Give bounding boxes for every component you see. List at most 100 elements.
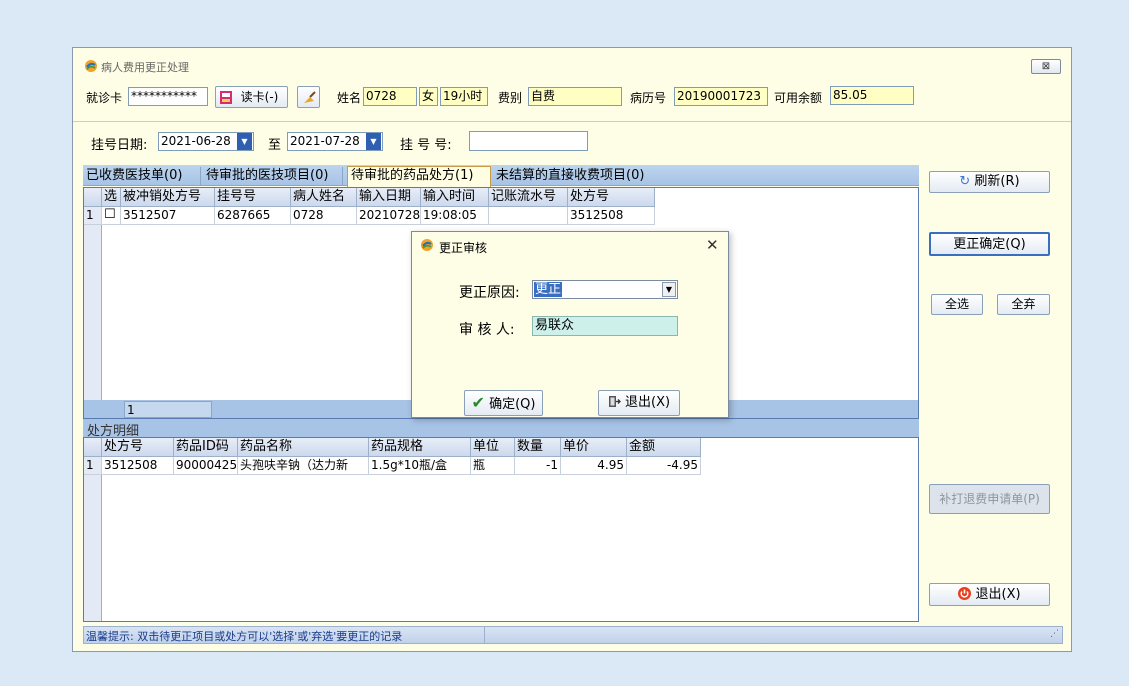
detail-row-number: 1 (84, 457, 102, 475)
audit-dialog: 更正审核 ✕ 更正原因: 更正 ▼ 审 核 人: 易联众 ✔ 确定(Q) 退出(… (411, 231, 729, 418)
power-icon (958, 587, 972, 600)
detail-cell-amount: -4.95 (627, 457, 701, 475)
detail-col-drug-spec[interactable]: 药品规格 (369, 438, 471, 457)
broom-icon (304, 91, 316, 103)
date-to-dropdown-icon[interactable]: ▼ (366, 133, 381, 150)
read-card-label: 读卡(-) (240, 90, 279, 104)
reason-select[interactable]: 更正 ▼ (532, 280, 678, 299)
door-exit-icon (608, 396, 621, 407)
card-field[interactable]: *********** (128, 87, 208, 106)
status-hint: 温馨提示: 双击待更正项目或处方可以'选择'或'弃选'要更正的记录 (86, 630, 403, 643)
exit-button[interactable]: 退出(X) (929, 583, 1050, 606)
app-logo-icon (85, 60, 97, 72)
date-from-field[interactable]: 2021-06-28 ▼ (158, 132, 254, 151)
tab-pending-tech[interactable]: 待审批的医技项目(0) (203, 167, 343, 186)
check-icon: ✔ (471, 393, 485, 412)
date-to-field[interactable]: 2021-07-28 ▼ (287, 132, 383, 151)
cell-ledger-no (489, 207, 568, 225)
reg-no-input[interactable] (469, 131, 588, 151)
tab-unsettled-items[interactable]: 未结算的直接收费项目(0) (493, 167, 659, 186)
dialog-ok-button[interactable]: ✔ 确定(Q) (464, 390, 543, 416)
confirm-correction-button[interactable]: 更正确定(Q) (929, 232, 1050, 256)
col-header-ledger-no[interactable]: 记账流水号 (489, 188, 568, 207)
clear-button[interactable] (297, 86, 320, 108)
detail-header-bar: 处方明细 (83, 419, 919, 439)
col-header-input-date[interactable]: 输入日期 (357, 188, 421, 207)
deselect-all-button[interactable]: 全弃 (997, 294, 1050, 315)
record-label: 病历号 (630, 91, 667, 105)
to-label: 至 (268, 138, 282, 153)
row-number: 1 (84, 207, 102, 225)
detail-col-quantity[interactable]: 数量 (515, 438, 561, 457)
row-select-checkbox[interactable]: ☐ (102, 207, 121, 225)
detail-grid[interactable]: 处方号 药品ID码 药品名称 药品规格 单位 数量 单价 金额 1 351250… (83, 437, 919, 622)
dialog-title: 更正审核 (439, 241, 488, 255)
refresh-icon: ↻ (959, 174, 971, 189)
date-label: 挂号日期: (91, 138, 148, 153)
col-header-reversed-no[interactable]: 被冲销处方号 (121, 188, 215, 207)
reason-label: 更正原因: (459, 285, 520, 301)
detail-col-drug-name[interactable]: 药品名称 (238, 438, 369, 457)
col-header-reg-no[interactable]: 挂号号 (215, 188, 291, 207)
tab-charged-tech[interactable]: 已收费医技单(0) (83, 167, 201, 186)
detail-cell-drug-name: 头孢呋辛钠（达力新 (238, 457, 369, 475)
dialog-logo-icon (421, 239, 433, 251)
detail-col-amount[interactable]: 金额 (627, 438, 701, 457)
refresh-button[interactable]: ↻ 刷新(R) (929, 171, 1050, 193)
cell-reg-no: 6287665 (215, 207, 291, 225)
cell-reversed-no: 3512507 (121, 207, 215, 225)
col-header-select[interactable]: 选 (102, 188, 121, 207)
record-field[interactable]: 20190001723 (674, 87, 768, 106)
auditor-field[interactable]: 易联众 (532, 316, 678, 336)
dialog-close-icon[interactable]: ✕ (706, 236, 719, 254)
cell-input-date: 20210728 (357, 207, 421, 225)
balance-field[interactable]: 85.05 (830, 86, 914, 105)
status-divider (484, 627, 485, 643)
detail-col-drug-id[interactable]: 药品ID码 (174, 438, 238, 457)
cell-input-time: 19:08:05 (421, 207, 489, 225)
detail-col-unit[interactable]: 单位 (471, 438, 515, 457)
card-reader-icon (220, 91, 232, 104)
dialog-exit-label: 退出(X) (625, 395, 671, 410)
detail-cell-price: 4.95 (561, 457, 627, 475)
col-header-patient-name[interactable]: 病人姓名 (291, 188, 357, 207)
reason-dropdown-icon[interactable]: ▼ (662, 282, 676, 297)
detail-cell-drug-id: 90000425: (174, 457, 238, 475)
name-field[interactable]: 0728 (363, 87, 417, 106)
col-header-prescription-no[interactable]: 处方号 (568, 188, 655, 207)
fee-type-field[interactable]: 自费 (528, 87, 622, 106)
reprint-refund-button[interactable]: 补打退费申请单(P) (929, 484, 1050, 514)
select-all-button[interactable]: 全选 (931, 294, 983, 315)
detail-cell-prescription-no: 3512508 (102, 457, 174, 475)
row-count: 1 (124, 401, 212, 418)
detail-col-prescription-no[interactable]: 处方号 (102, 438, 174, 457)
sex-field[interactable]: 女 (419, 87, 438, 106)
detail-cell-quantity: -1 (515, 457, 561, 475)
detail-grid-corner (84, 438, 102, 457)
refresh-label: 刷新(R) (974, 174, 1020, 189)
dialog-ok-label: 确定(Q) (489, 397, 536, 412)
dialog-exit-button[interactable]: 退出(X) (598, 390, 680, 416)
resize-grip-icon[interactable]: ⋰ (1050, 629, 1059, 639)
cell-patient-name: 0728 (291, 207, 357, 225)
date-from-value: 2021-06-28 (161, 134, 231, 148)
reg-no-label: 挂 号 号: (400, 138, 452, 153)
detail-col-price[interactable]: 单价 (561, 438, 627, 457)
detail-cell-drug-spec: 1.5g*10瓶/盒 (369, 457, 471, 475)
tab-pending-prescription[interactable]: 待审批的药品处方(1) (347, 166, 491, 187)
auditor-label: 审 核 人: (459, 322, 515, 338)
detail-cell-unit: 瓶 (471, 457, 515, 475)
status-bar: 温馨提示: 双击待更正项目或处方可以'选择'或'弃选'要更正的记录 ⋰ (83, 626, 1063, 644)
fee-type-label: 费别 (498, 91, 523, 105)
header-separator (73, 121, 1071, 122)
reason-value: 更正 (534, 282, 563, 297)
grid-corner (84, 188, 102, 207)
col-header-input-time[interactable]: 输入时间 (421, 188, 489, 207)
age-field[interactable]: 19小时 (440, 87, 488, 106)
window-close-button[interactable]: ⊠ (1031, 59, 1061, 74)
title-bar: 病人费用更正处理 ⊠ (73, 48, 1071, 82)
name-label: 姓名 (337, 91, 362, 105)
read-card-button[interactable]: 读卡(-) (215, 86, 288, 108)
card-label: 就诊卡 (86, 91, 123, 105)
date-from-dropdown-icon[interactable]: ▼ (237, 133, 252, 150)
